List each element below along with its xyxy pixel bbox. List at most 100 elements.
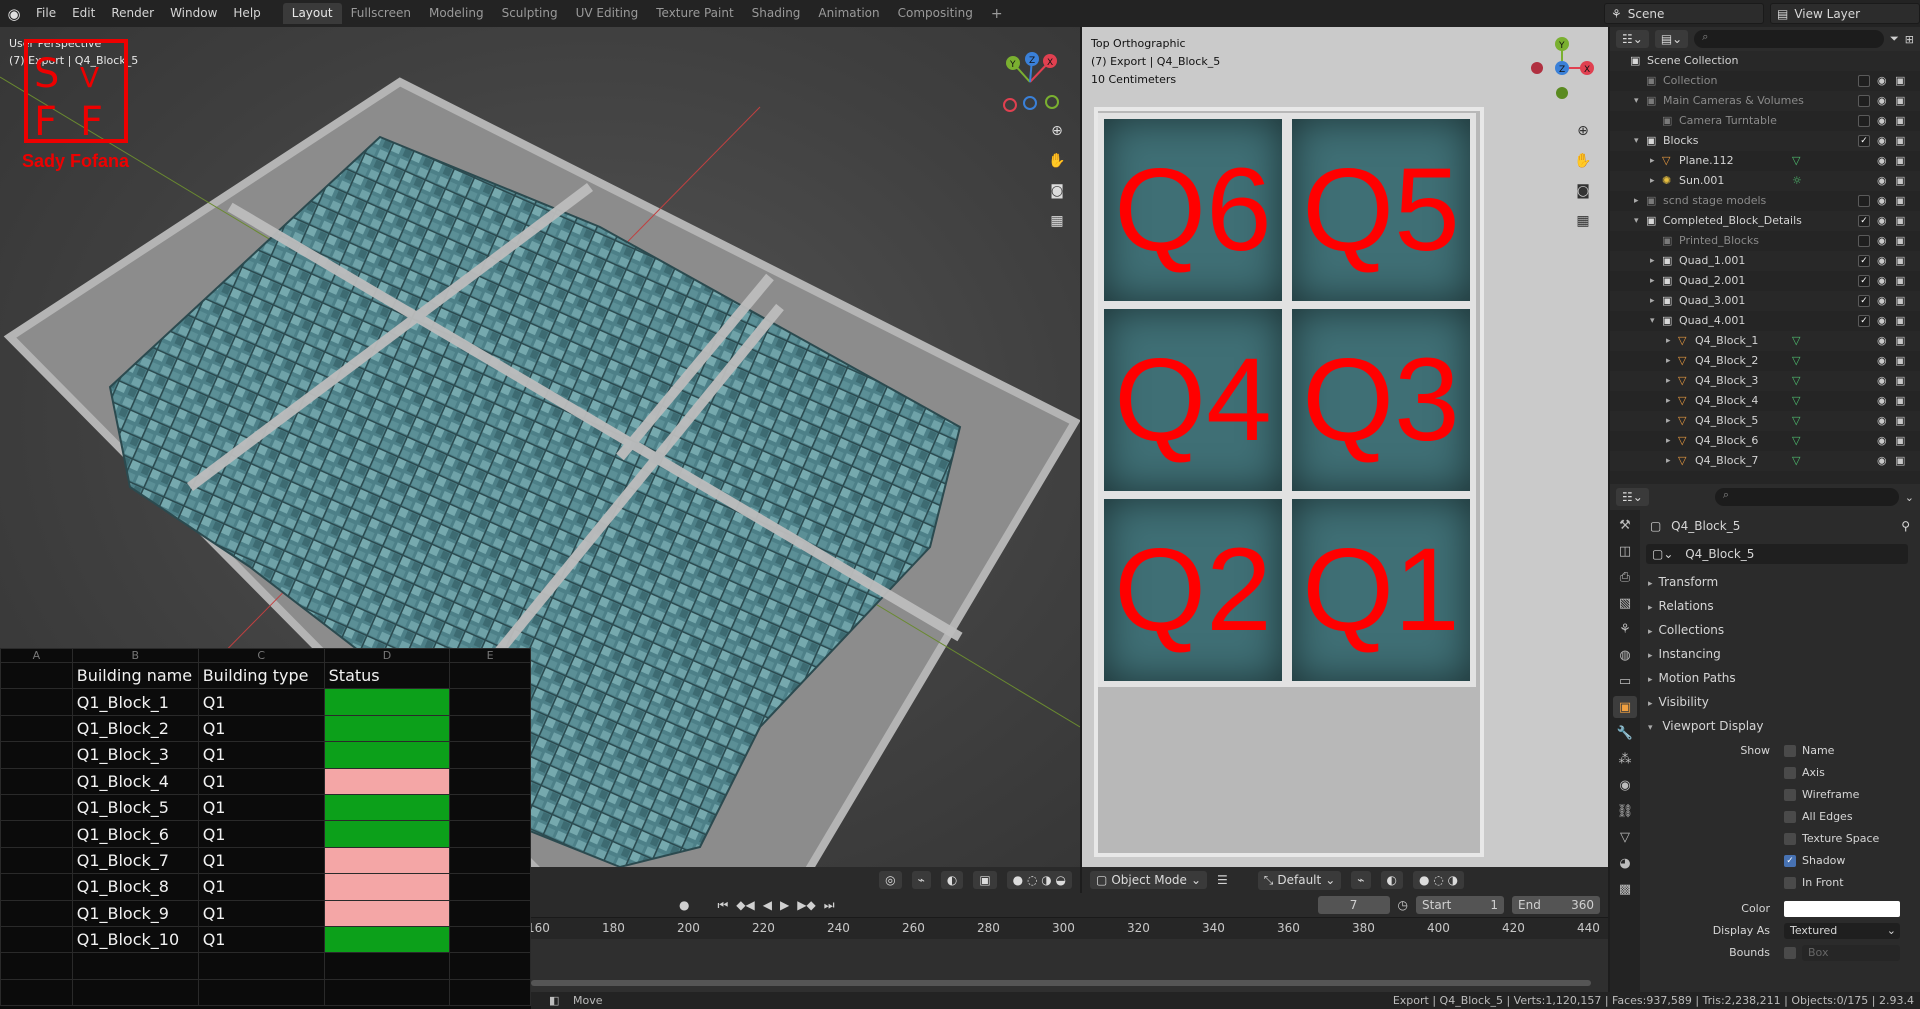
eye-icon[interactable]: ◉ xyxy=(1877,151,1887,171)
outliner-row[interactable]: ▸ ▣ Quad_3.001 ✓ ◉ ▣ xyxy=(1610,291,1920,311)
pan-hand-icon[interactable]: ✋ xyxy=(1044,149,1070,173)
outliner-row[interactable]: ▸ ▽ Q4_Block_7 ▽ ◉ ▣ xyxy=(1610,451,1920,471)
mesh-data-icon[interactable]: ▽ xyxy=(1792,451,1800,471)
exclude-checkbox[interactable]: ✓ xyxy=(1858,275,1870,287)
overlay-icon[interactable]: ◐ xyxy=(940,871,964,889)
section-viewport-display[interactable]: ▾ Viewport Display xyxy=(1644,714,1920,738)
expand-closed-icon[interactable]: ▸ xyxy=(1650,291,1655,311)
outliner-row[interactable]: ▸ ▽ Plane.112 ▽ ◉ ▣ xyxy=(1610,151,1920,171)
navigation-gizmo[interactable]: Y X Z xyxy=(1527,33,1597,103)
outliner-row[interactable]: ▸ ▽ Q4_Block_4 ▽ ◉ ▣ xyxy=(1610,391,1920,411)
exclude-checkbox[interactable] xyxy=(1858,235,1870,247)
zoom-icon[interactable]: ⊕ xyxy=(1044,119,1070,143)
eye-icon[interactable]: ◉ xyxy=(1877,391,1887,411)
tab-texture-paint[interactable]: Texture Paint xyxy=(647,3,742,24)
color-swatch[interactable] xyxy=(1784,901,1900,917)
display-mode-icon[interactable]: ▤⌄ xyxy=(1654,30,1689,48)
play-reverse-icon[interactable]: ◀ xyxy=(763,898,772,912)
add-workspace-icon[interactable]: + xyxy=(982,6,1012,22)
exclude-checkbox[interactable]: ✓ xyxy=(1858,295,1870,307)
prev-key-icon[interactable]: ◆◀ xyxy=(736,898,754,912)
material-tab-icon[interactable]: ◕ xyxy=(1613,852,1637,874)
mesh-data-icon[interactable]: ▽ xyxy=(1792,151,1800,171)
camera-icon[interactable]: ▣ xyxy=(1895,391,1905,411)
camera-icon[interactable]: ▣ xyxy=(1895,91,1905,111)
outliner-row[interactable]: ▣ Scene Collection xyxy=(1610,51,1920,71)
outliner-row[interactable]: ▸ ▣ Quad_2.001 ✓ ◉ ▣ xyxy=(1610,271,1920,291)
eye-icon[interactable]: ◉ xyxy=(1877,371,1887,391)
overlay-icon[interactable]: ◐ xyxy=(1380,871,1404,889)
expand-closed-icon[interactable]: ▸ xyxy=(1666,431,1671,451)
timeline-ruler[interactable]: 160 180 200 220 240 260 280 300 320 340 360 380 400 4… xyxy=(531,917,1608,939)
outliner-row[interactable]: ▣ Camera Turntable ◉ ▣ xyxy=(1610,111,1920,131)
menu-render[interactable]: Render xyxy=(103,0,162,27)
modifier-tab-icon[interactable]: 🔧 xyxy=(1613,722,1637,744)
current-frame-field[interactable]: 7 xyxy=(1317,896,1390,914)
section-transform[interactable]: ▸ Transform xyxy=(1644,570,1920,594)
option-checkbox[interactable] xyxy=(1784,833,1796,845)
bounds-dropdown[interactable]: Box xyxy=(1802,945,1900,961)
world-tab-icon[interactable]: ◍ xyxy=(1613,644,1637,666)
camera-icon[interactable]: ▣ xyxy=(1895,151,1905,171)
play-icon[interactable]: ▶ xyxy=(780,898,789,912)
tab-uv-editing[interactable]: UV Editing xyxy=(567,3,648,24)
navigation-gizmo[interactable]: X Y Z xyxy=(995,47,1065,117)
eye-icon[interactable]: ◉ xyxy=(1877,231,1887,251)
record-icon[interactable]: ● xyxy=(679,898,689,912)
exclude-checkbox[interactable] xyxy=(1858,75,1870,87)
outliner-row[interactable]: ▾ ▣ Main Cameras & Volumes ◉ ▣ xyxy=(1610,91,1920,111)
exclude-checkbox[interactable] xyxy=(1858,195,1870,207)
section-visibility[interactable]: ▸ Visibility xyxy=(1644,690,1920,714)
outliner-row[interactable]: ▸ ▽ Q4_Block_2 ▽ ◉ ▣ xyxy=(1610,351,1920,371)
snap-icon[interactable]: ⌁ xyxy=(911,871,931,889)
expand-open-icon[interactable]: ▾ xyxy=(1634,91,1639,111)
particles-tab-icon[interactable]: ⁂ xyxy=(1613,748,1637,770)
camera-icon[interactable]: ▣ xyxy=(1895,331,1905,351)
exclude-checkbox[interactable]: ✓ xyxy=(1858,315,1870,327)
jump-end-icon[interactable]: ⏭ xyxy=(824,898,835,913)
mesh-data-icon[interactable]: ▽ xyxy=(1792,331,1800,351)
expand-closed-icon[interactable]: ▸ xyxy=(1666,411,1671,431)
scene-selector[interactable]: ⚘ Scene xyxy=(1604,3,1764,24)
jump-start-icon[interactable]: ⏮ xyxy=(717,898,728,913)
eye-icon[interactable]: ◉ xyxy=(1877,411,1887,431)
expand-closed-icon[interactable]: ▸ xyxy=(1650,171,1655,191)
editor-type-icon[interactable]: ☷⌄ xyxy=(1616,488,1649,506)
option-checkbox[interactable] xyxy=(1784,811,1796,823)
camera-view-icon[interactable]: ◙ xyxy=(1570,179,1596,203)
eye-icon[interactable]: ◉ xyxy=(1877,331,1887,351)
option-checkbox[interactable] xyxy=(1784,745,1796,757)
zoom-icon[interactable]: ⊕ xyxy=(1570,119,1596,143)
outliner-row[interactable]: ▸ ✺ Sun.001 ☼ ◉ ▣ xyxy=(1610,171,1920,191)
eye-icon[interactable]: ◉ xyxy=(1877,211,1887,231)
exclude-checkbox[interactable]: ✓ xyxy=(1858,255,1870,267)
section-collections[interactable]: ▸ Collections xyxy=(1644,618,1920,642)
output-tab-icon[interactable]: ⎙ xyxy=(1613,566,1637,588)
expand-closed-icon[interactable]: ▸ xyxy=(1666,451,1671,471)
mesh-data-icon[interactable]: ▽ xyxy=(1792,391,1800,411)
constraints-tab-icon[interactable]: ⛓ xyxy=(1613,800,1637,822)
menu-help[interactable]: Help xyxy=(225,0,268,27)
menu-file[interactable]: File xyxy=(28,0,64,27)
eye-icon[interactable]: ◉ xyxy=(1877,351,1887,371)
texture-tab-icon[interactable]: ▩ xyxy=(1613,878,1637,900)
shading-mode-icon[interactable]: ● ◌ ◑ ◒ xyxy=(1006,871,1072,889)
eye-icon[interactable]: ◉ xyxy=(1877,71,1887,91)
mesh-data-icon[interactable]: ▽ xyxy=(1792,411,1800,431)
eye-icon[interactable]: ◉ xyxy=(1877,111,1887,131)
pan-hand-icon[interactable]: ✋ xyxy=(1570,149,1596,173)
outliner-search[interactable]: ⌕ xyxy=(1694,30,1884,48)
section-motion-paths[interactable]: ▸ Motion Paths xyxy=(1644,666,1920,690)
eye-icon[interactable]: ◉ xyxy=(1877,311,1887,331)
outliner-row[interactable]: ▸ ▣ scnd stage models ◉ ▣ xyxy=(1610,191,1920,211)
ortho-grid-icon[interactable]: ▦ xyxy=(1044,209,1070,233)
blender-logo-icon[interactable]: ◉ xyxy=(0,0,28,27)
clock-icon[interactable]: ◷ xyxy=(1398,898,1408,912)
timeline-track[interactable] xyxy=(531,939,1608,992)
outliner-row[interactable]: ▸ ▽ Q4_Block_3 ▽ ◉ ▣ xyxy=(1610,371,1920,391)
mesh-data-icon[interactable]: ▽ xyxy=(1792,371,1800,391)
menu-edit[interactable]: Edit xyxy=(64,0,103,27)
end-field[interactable]: End 360 xyxy=(1512,896,1600,914)
editor-type-icon[interactable]: ☷⌄ xyxy=(1616,30,1649,48)
outliner-row[interactable]: ▸ ▽ Q4_Block_5 ▽ ◉ ▣ xyxy=(1610,411,1920,431)
